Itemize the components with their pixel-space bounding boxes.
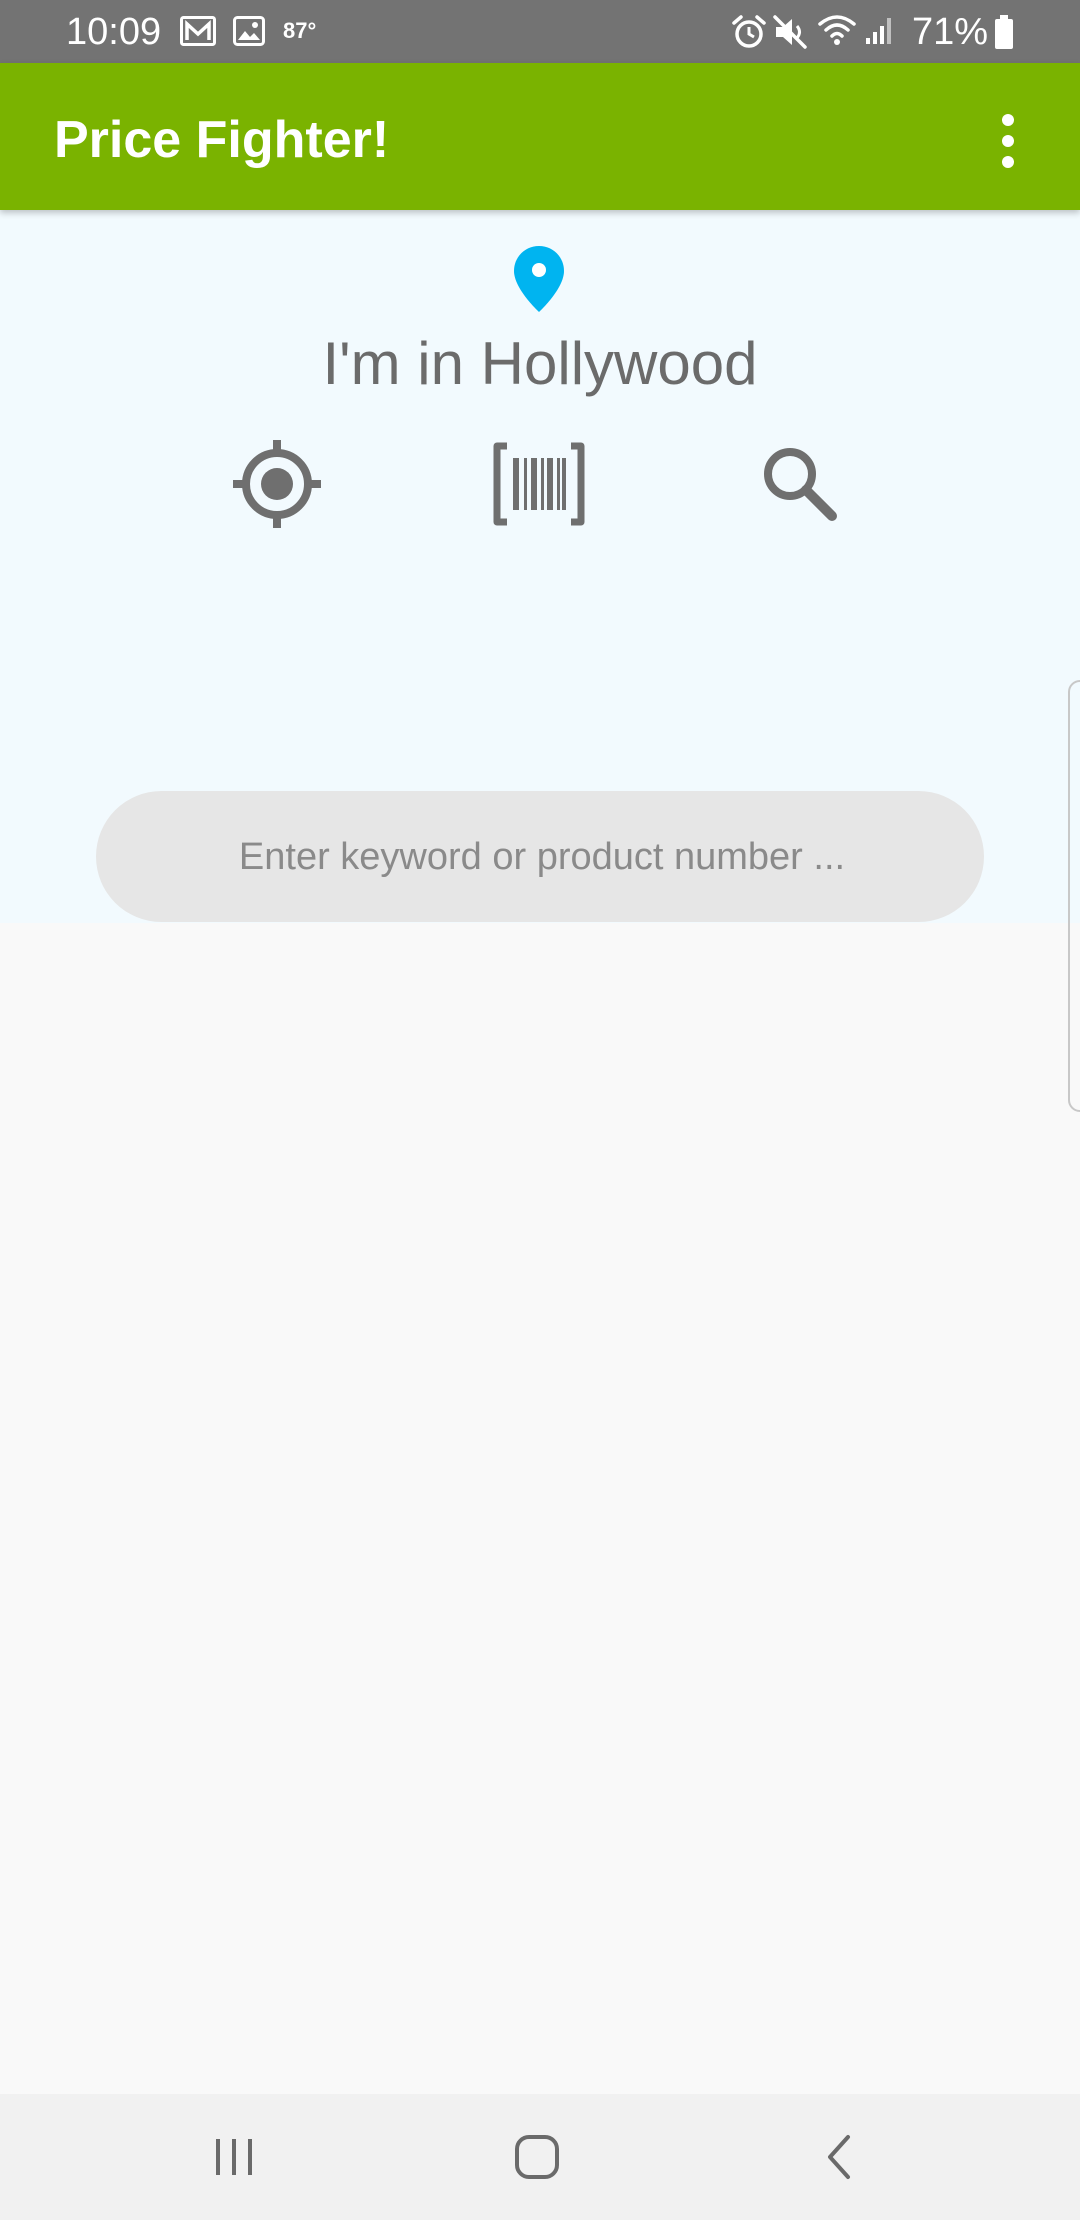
recents-icon (216, 2139, 252, 2175)
alarm-icon (732, 15, 766, 48)
back-button[interactable] (800, 2117, 880, 2197)
search-icon (764, 448, 837, 521)
signal-icon (866, 18, 891, 44)
navigation-bar (0, 2094, 1080, 2220)
battery-percent: 71% (912, 11, 989, 53)
home-button[interactable] (497, 2117, 577, 2197)
app-title: Price Fighter! (54, 111, 390, 169)
recents-button[interactable] (194, 2117, 274, 2197)
status-bar: 10:09 87° 71% (0, 0, 1080, 63)
mute-icon (773, 15, 807, 49)
home-icon (515, 2135, 559, 2179)
location-panel: I'm in Hollywood (0, 210, 1080, 1112)
search-button[interactable] (750, 434, 850, 534)
location-pin-icon (514, 246, 564, 312)
temperature-text: 87° (283, 18, 317, 43)
app-bar: Price Fighter! (0, 63, 1080, 210)
locate-button[interactable] (227, 434, 327, 534)
more-vert-icon (1002, 114, 1014, 168)
my-location-icon (233, 440, 321, 528)
battery-icon (995, 15, 1013, 49)
barcode-scan-icon (493, 442, 585, 526)
gmail-icon (180, 16, 216, 46)
back-icon (828, 2135, 850, 2179)
location-label: I'm in Hollywood (322, 330, 758, 397)
search-box (96, 791, 988, 924)
image-icon (233, 16, 265, 46)
status-time: 10:09 (66, 11, 162, 53)
edge-panel-handle[interactable] (1068, 680, 1080, 1112)
wifi-icon (818, 15, 856, 45)
search-input[interactable] (96, 791, 988, 924)
scan-barcode-button[interactable] (489, 434, 589, 534)
overflow-menu-button[interactable] (990, 108, 1026, 174)
